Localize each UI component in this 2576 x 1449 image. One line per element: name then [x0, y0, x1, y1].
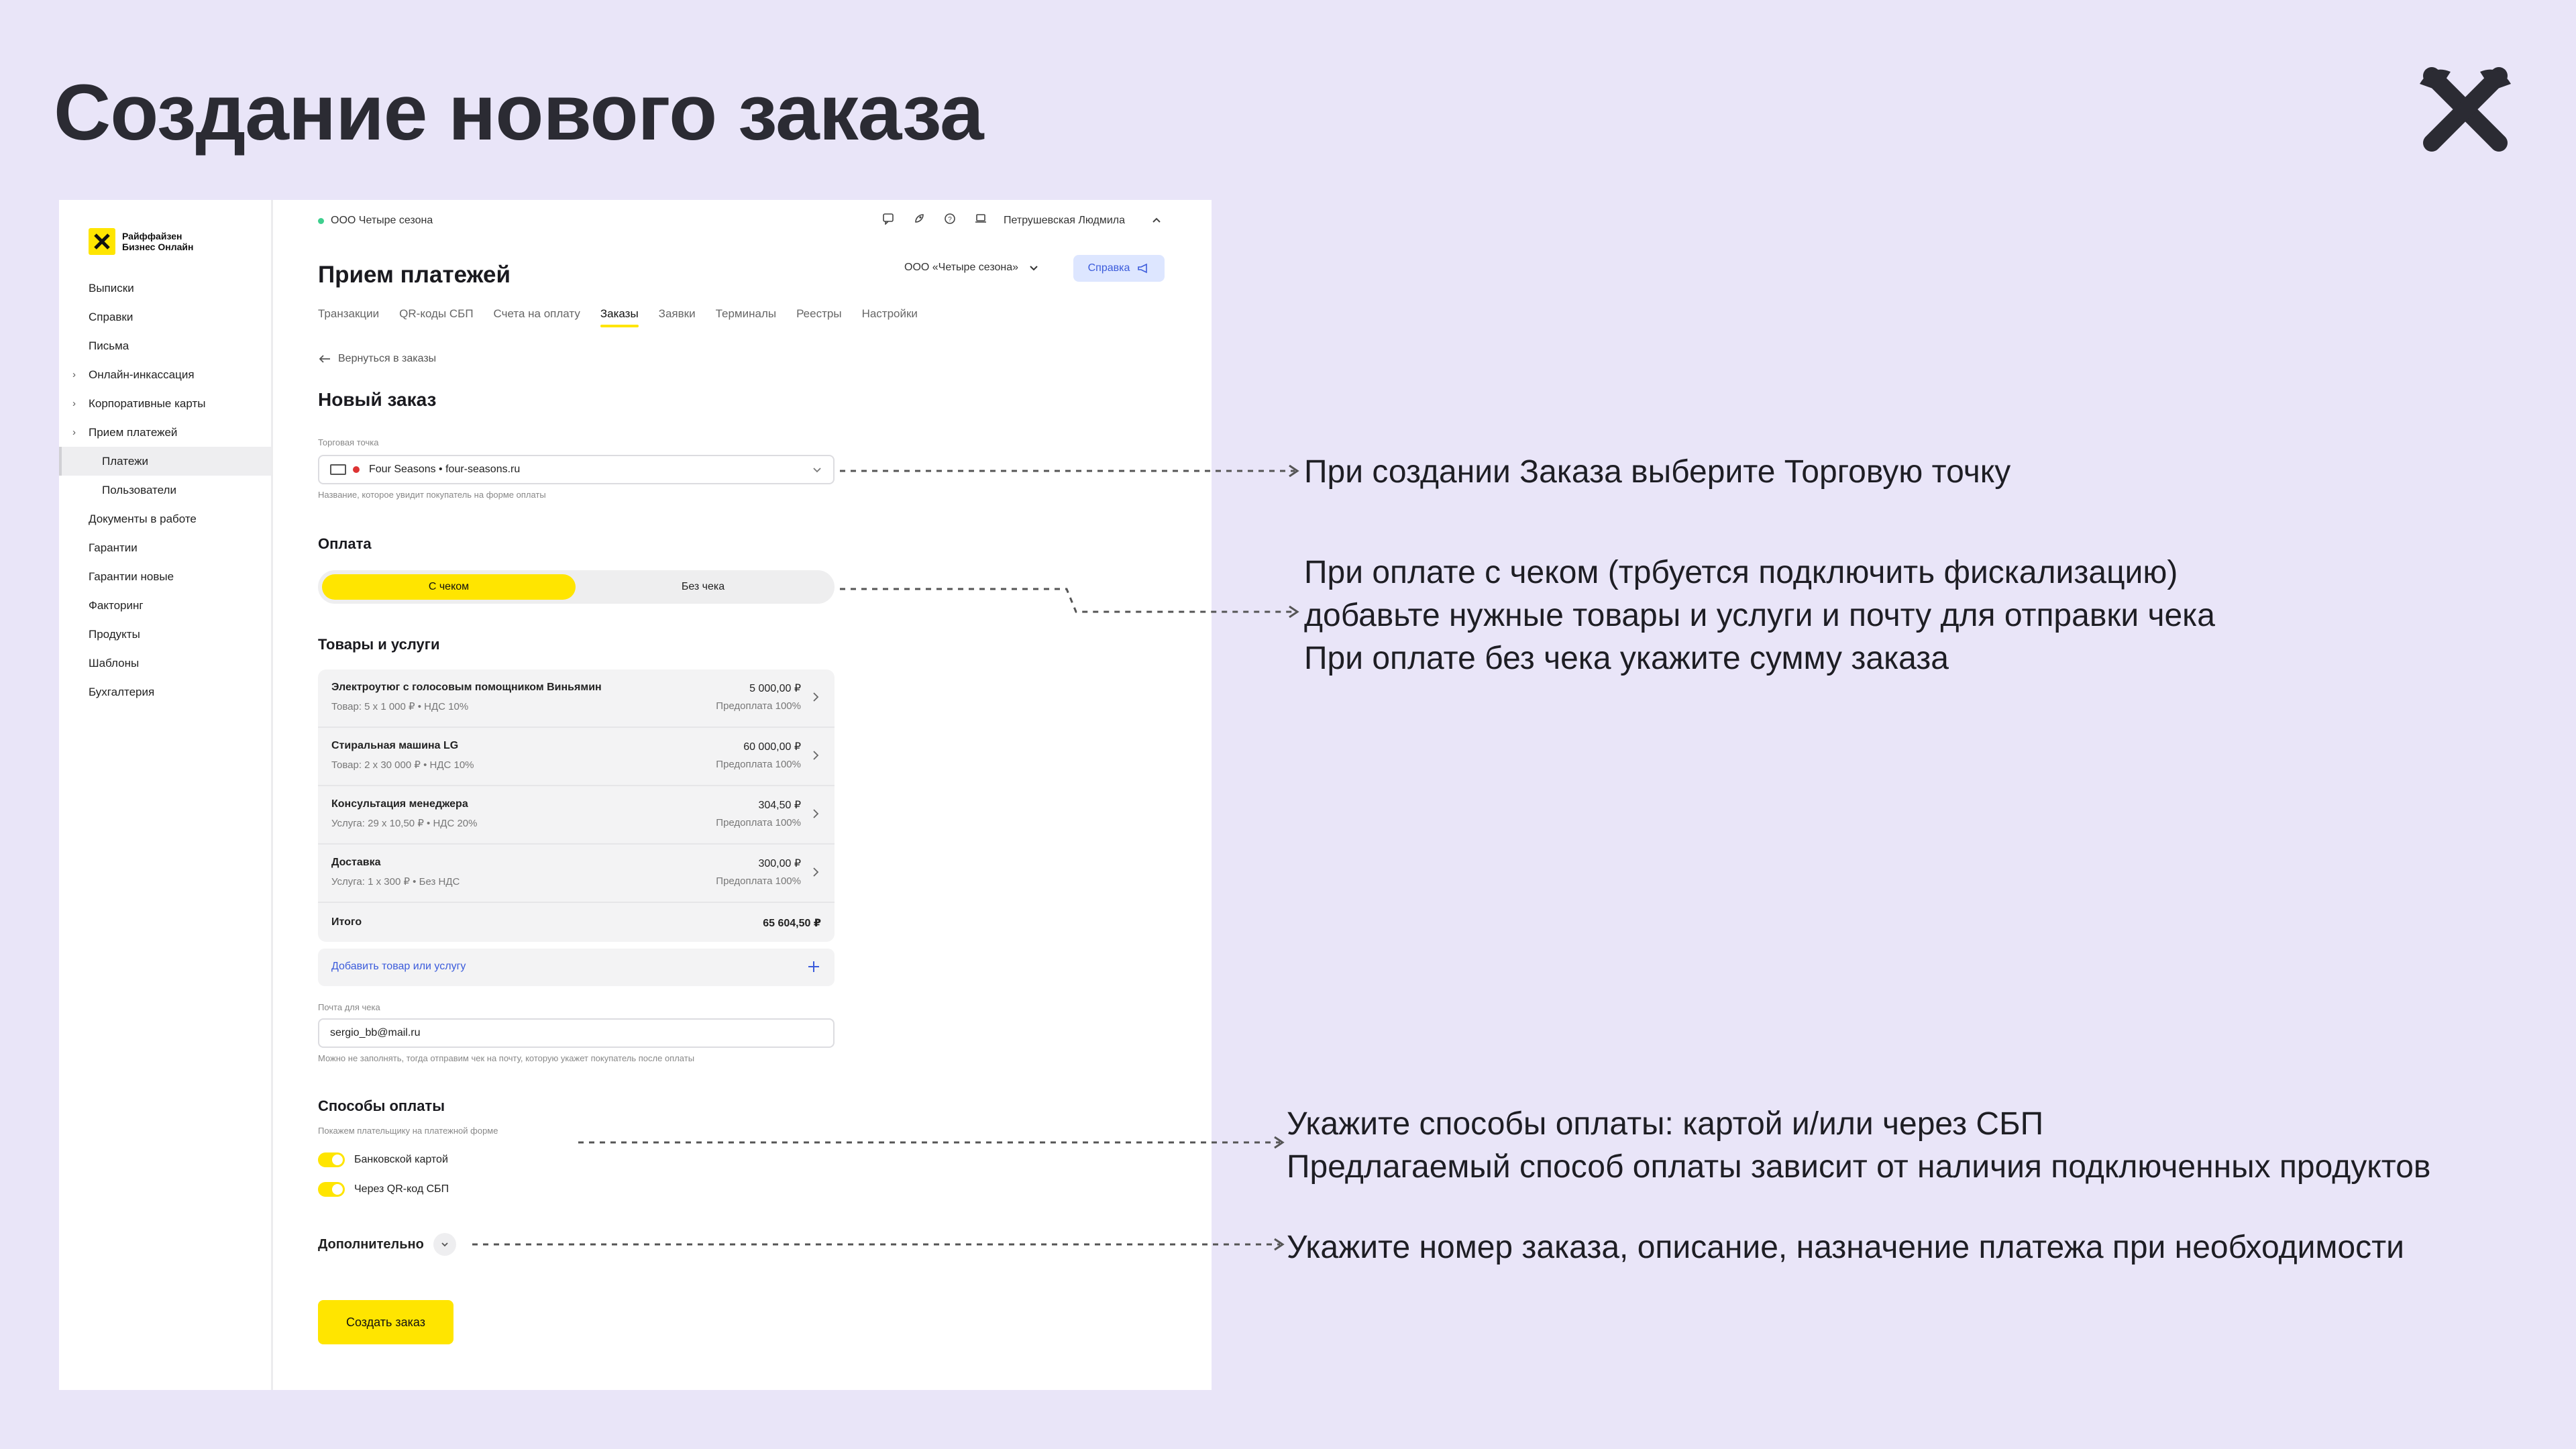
callout-store: При создании Заказа выберите Торговую то… [1304, 454, 2011, 490]
callout-methods-2: Предлагаемый способ оплаты зависит от на… [1287, 1149, 2431, 1185]
callout-receipt-3: При оплате без чека укажите сумму заказа [1304, 641, 1949, 676]
callout-receipt-1: При оплате с чеком (трбуется подключить … [1304, 555, 2178, 590]
callout-methods-1: Укажите способы оплаты: картой и/или чер… [1287, 1106, 2044, 1142]
callout-receipt-2: добавьте нужные товары и услуги и почту … [1304, 598, 2215, 633]
callout-extra: Укажите номер заказа, описание, назначен… [1287, 1230, 2404, 1265]
leader-receipt [840, 588, 1295, 613]
